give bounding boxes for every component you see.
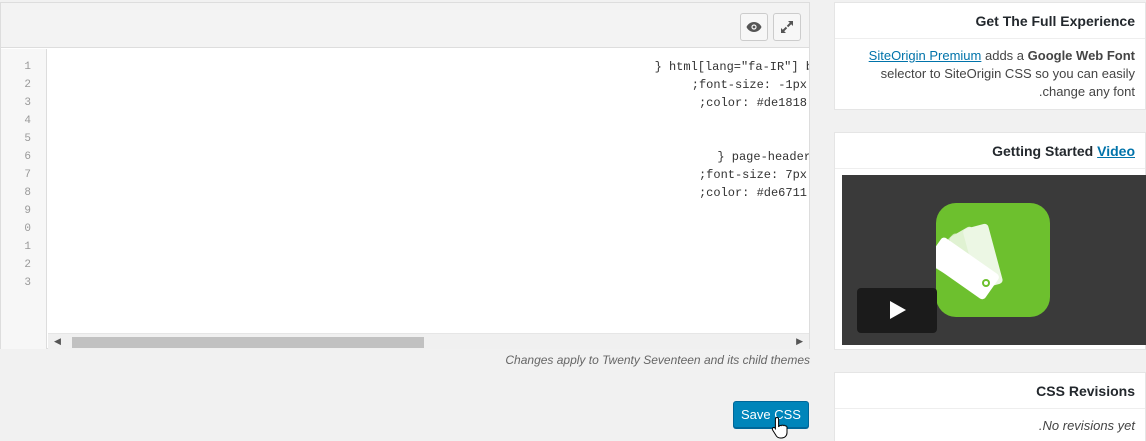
siteorigin-css-logo-icon bbox=[927, 203, 1050, 317]
premium-line-1: SiteOrigin Premium adds a Google Web Fon… bbox=[845, 47, 1135, 65]
line-number: 3 bbox=[24, 97, 31, 109]
code-line: ;color: #de6711 bbox=[698, 186, 807, 200]
code-area[interactable]: } html[lang="fa-IR"] b ;font-size: -1px … bbox=[48, 49, 809, 333]
premium-description: SiteOrigin Premium adds a Google Web Fon… bbox=[835, 39, 1145, 109]
line-number: 5 bbox=[24, 133, 31, 145]
line-number: 7 bbox=[24, 169, 31, 181]
eye-icon bbox=[746, 22, 762, 32]
line-number: 4 bbox=[24, 115, 31, 127]
video-title-text: Getting Started bbox=[992, 143, 1098, 159]
preview-button[interactable] bbox=[740, 13, 768, 41]
line-number: 3 bbox=[24, 277, 31, 289]
hand-cursor-icon bbox=[771, 416, 788, 439]
theme-note: Changes apply to Twenty Seventeen and it… bbox=[505, 353, 810, 367]
code-line: } page-header bbox=[717, 150, 809, 164]
premium-title: Get The Full Experience bbox=[835, 3, 1145, 39]
video-box: Getting Started Video bbox=[834, 132, 1146, 350]
revisions-empty-text: .No revisions yet bbox=[1038, 418, 1135, 433]
premium-bold-text: Google Web Font bbox=[1027, 48, 1135, 63]
revisions-title: CSS Revisions bbox=[835, 373, 1145, 409]
line-number: 1 bbox=[24, 61, 31, 73]
premium-box: Get The Full Experience SiteOrigin Premi… bbox=[834, 2, 1146, 110]
custom-css-page: 1 2 3 4 5 6 7 8 9 0 1 2 3 } html[lang="f… bbox=[0, 0, 1146, 441]
revisions-box: CSS Revisions .No revisions yet bbox=[834, 372, 1146, 441]
line-number: 0 bbox=[24, 223, 31, 235]
premium-text: adds a bbox=[981, 48, 1028, 63]
line-number: 9 bbox=[24, 205, 31, 217]
line-number: 1 bbox=[24, 241, 31, 253]
line-number: 6 bbox=[24, 151, 31, 163]
line-number: 8 bbox=[24, 187, 31, 199]
expand-button[interactable] bbox=[773, 13, 801, 41]
play-button[interactable] bbox=[857, 288, 937, 333]
scrollbar-thumb[interactable] bbox=[72, 337, 424, 348]
code-line: } html[lang="fa-IR"] b bbox=[654, 60, 809, 74]
horizontal-scrollbar[interactable]: ◀ ▶ bbox=[48, 333, 809, 349]
premium-line-3: .change any font bbox=[1038, 84, 1135, 99]
premium-line-2: selector to SiteOrigin CSS so you can ea… bbox=[880, 66, 1135, 81]
code-line: ;color: #de1818 bbox=[698, 96, 807, 110]
scroll-right-icon[interactable]: ▶ bbox=[796, 336, 803, 347]
expand-icon bbox=[781, 21, 793, 33]
line-number: 2 bbox=[24, 79, 31, 91]
siteorigin-premium-link[interactable]: SiteOrigin Premium bbox=[869, 48, 982, 63]
code-line: ;font-size: 7px bbox=[698, 168, 807, 182]
scroll-left-icon[interactable]: ◀ bbox=[54, 336, 61, 347]
css-editor: 1 2 3 4 5 6 7 8 9 0 1 2 3 } html[lang="f… bbox=[0, 2, 810, 349]
editor-toolbar bbox=[1, 3, 809, 48]
code-line: ;font-size: -1px bbox=[691, 78, 807, 92]
video-link[interactable]: Video bbox=[1097, 143, 1135, 159]
line-number-gutter: 1 2 3 4 5 6 7 8 9 0 1 2 3 bbox=[1, 49, 47, 349]
video-player[interactable] bbox=[842, 175, 1146, 345]
line-number: 2 bbox=[24, 259, 31, 271]
video-title: Getting Started Video bbox=[835, 133, 1145, 169]
